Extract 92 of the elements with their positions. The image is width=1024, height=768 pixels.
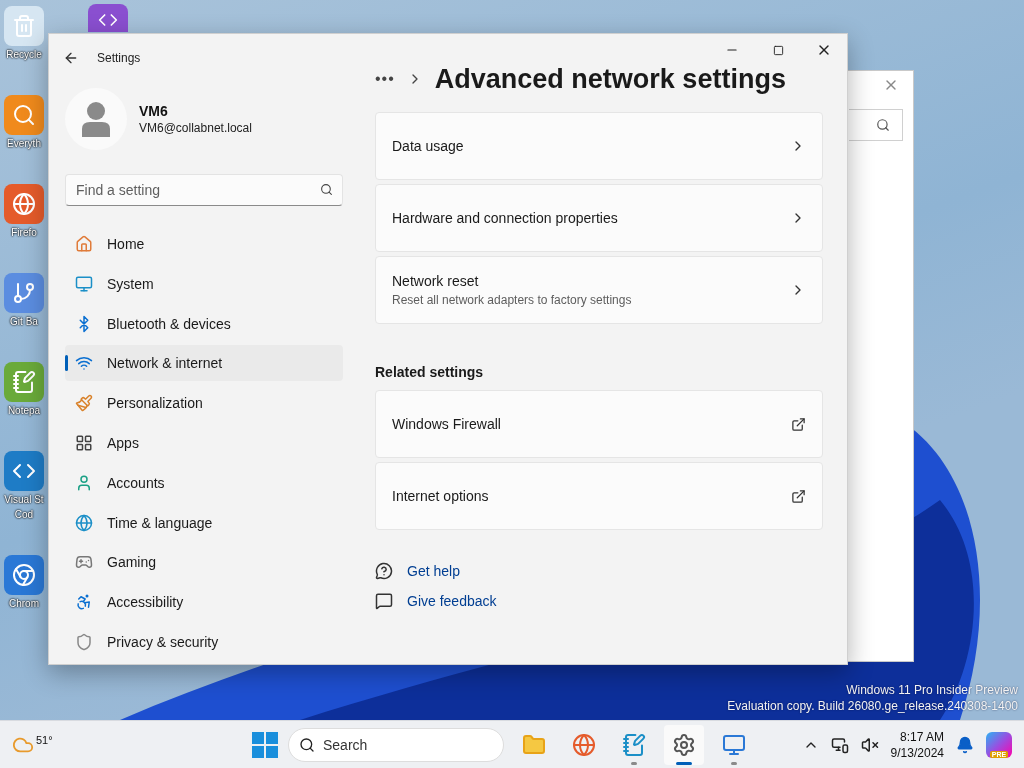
nav-item[interactable]: Gaming	[65, 544, 343, 581]
accessibility-icon	[75, 593, 93, 612]
desktop-app-icon[interactable]	[4, 362, 44, 402]
desktop-icon-label: Git Ba	[10, 315, 38, 328]
card-subtitle: Reset all network adapters to factory settings	[392, 293, 633, 307]
house-icon	[75, 234, 93, 253]
nav-label: Time & language	[107, 514, 213, 531]
card-title: Windows Firewall	[392, 416, 502, 432]
nav-label: System	[107, 275, 154, 292]
globe-icon	[75, 513, 93, 532]
desktop-app-icon[interactable]	[4, 273, 44, 313]
clock-time: 8:17 AM	[899, 728, 944, 745]
section-heading: Related settings	[375, 364, 485, 380]
shield-icon	[75, 633, 93, 652]
settings-card[interactable]: Network reset Reset all network adapters to factory settings	[375, 256, 823, 324]
desktop-app-icon[interactable]	[4, 184, 44, 224]
person-icon	[80, 101, 112, 137]
partial-search-field[interactable]	[849, 109, 903, 141]
settings-card[interactable]: Internet options	[375, 462, 823, 530]
network-icon[interactable]	[830, 735, 849, 754]
folder-icon	[522, 732, 546, 757]
nav-item[interactable]: Time & language	[65, 504, 343, 541]
help-link[interactable]: Get help	[407, 563, 460, 579]
desktop-icon-label: Recycle	[6, 48, 42, 61]
nav-label: Apps	[107, 434, 139, 451]
bell-icon[interactable]	[956, 735, 974, 754]
nav-item[interactable]: Apps	[65, 425, 343, 461]
external-link-icon	[791, 488, 806, 504]
brush-icon	[75, 394, 93, 413]
settings-search-field[interactable]: Find a setting	[65, 174, 343, 206]
settings-card[interactable]: Windows Firewall	[375, 390, 823, 458]
search-icon	[320, 183, 333, 196]
globe-icon	[572, 732, 596, 757]
page-title: Advanced network settings	[434, 63, 786, 95]
desktop-icon-label: Notepa	[7, 404, 41, 417]
nav-item[interactable]: System	[65, 265, 343, 302]
nav-item[interactable]: Accounts	[65, 464, 343, 501]
volume-muted-icon[interactable]	[860, 735, 879, 754]
desktop-app-icon[interactable]	[4, 555, 44, 595]
card-title: Hardware and connection properties	[392, 210, 619, 226]
desktop-icon-label: Visual St	[4, 493, 44, 506]
temperature[interactable]: 51°	[36, 733, 53, 746]
desktop-icon-label: Cod	[14, 508, 34, 521]
taskbar-search-field[interactable]: Search	[288, 727, 504, 762]
window-title: Settings	[97, 51, 142, 65]
card-title: Internet options	[392, 488, 490, 504]
help-link[interactable]: Give feedback	[407, 593, 497, 609]
desktop-icon-label: Everyth	[7, 137, 41, 150]
nav-label: Privacy & security	[107, 634, 219, 651]
nav-label: Bluetooth & devices	[107, 315, 231, 332]
user-name: VM6	[139, 103, 169, 119]
maximize-icon	[772, 44, 784, 56]
nav-item[interactable]: Privacy & security	[65, 624, 343, 660]
settings-card[interactable]: Data usage	[375, 112, 823, 180]
feedback-icon	[375, 592, 393, 610]
apps-icon	[75, 433, 93, 452]
gear-icon	[672, 732, 696, 757]
wifi-icon	[75, 354, 93, 373]
desktop-app-icon[interactable]	[4, 451, 44, 491]
back-button[interactable]	[63, 50, 79, 66]
desktop-app-icon[interactable]	[88, 4, 128, 32]
search-icon	[876, 118, 890, 132]
nav-label: Network & internet	[107, 355, 223, 372]
nav-item[interactable]: Accessibility	[65, 584, 343, 621]
clock[interactable]: 8:17 AM 9/13/2024	[890, 728, 944, 761]
desktop-icon-label: Chrom	[9, 597, 39, 610]
nav-label: Gaming	[107, 554, 157, 571]
notepad-icon	[622, 732, 646, 757]
external-link-icon	[791, 416, 806, 432]
windows-start-icon[interactable]	[252, 731, 278, 758]
settings-card[interactable]: Hardware and connection properties	[375, 184, 823, 252]
card-title: Data usage	[392, 138, 465, 154]
nav-label: Home	[107, 235, 145, 252]
nav-item[interactable]: Bluetooth & devices	[65, 305, 343, 342]
taskbar-app[interactable]	[664, 724, 704, 765]
monitor-icon	[75, 274, 93, 293]
nav-label: Accounts	[107, 474, 165, 491]
breadcrumb-overflow[interactable]: •••	[375, 70, 395, 88]
clock-date: 9/13/2024	[890, 744, 944, 761]
person-icon	[75, 473, 93, 492]
desktop-app-icon[interactable]	[4, 95, 44, 135]
nav-item[interactable]: Home	[65, 226, 343, 262]
nav-item[interactable]: Personalization	[65, 385, 343, 422]
card-title: Network reset	[392, 273, 480, 289]
help-icon	[375, 562, 393, 580]
nav-item[interactable]: Network & internet	[65, 345, 343, 382]
nav-label: Accessibility	[107, 594, 184, 611]
desktop-icon-label: Firefo	[11, 226, 37, 239]
user-email: VM6@collabnet.local	[139, 121, 252, 135]
nav-label: Personalization	[107, 395, 203, 412]
monitor-icon	[722, 732, 746, 757]
search-icon	[299, 736, 315, 753]
